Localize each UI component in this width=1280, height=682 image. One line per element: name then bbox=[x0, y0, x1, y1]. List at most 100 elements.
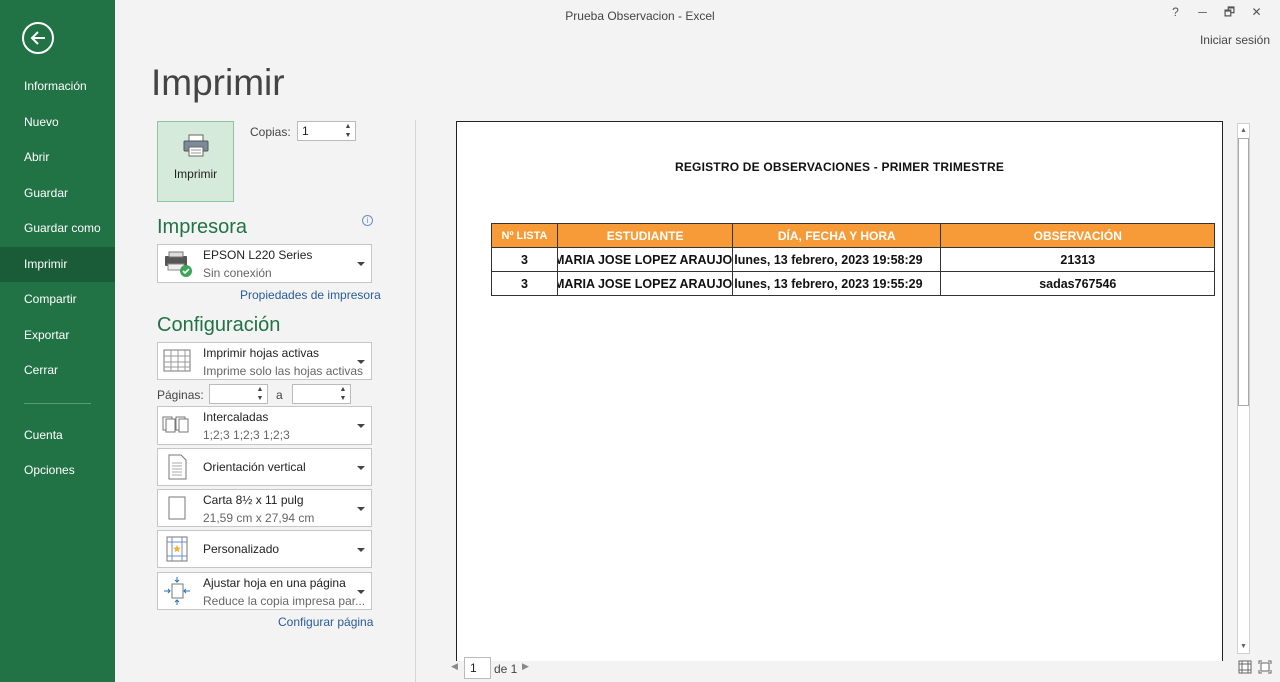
nav-nuevo[interactable]: Nuevo bbox=[0, 105, 115, 141]
chevron-down-icon bbox=[357, 507, 365, 511]
margins-title: Personalizado bbox=[203, 542, 280, 556]
print-what-dropdown[interactable]: Imprimir hojas activas Imprime solo las … bbox=[157, 342, 372, 380]
page-number-input[interactable]: 1 bbox=[464, 657, 491, 679]
preview-scrollbar[interactable]: ▲ ▼ bbox=[1237, 123, 1250, 654]
col-header-lista: Nº LISTA bbox=[491, 223, 558, 248]
print-what-desc: Imprime solo las hojas activas bbox=[203, 364, 364, 378]
print-button-label: Imprimir bbox=[173, 167, 218, 181]
preview-page: REGISTRO DE OBSERVACIONES - PRIMER TRIME… bbox=[456, 121, 1223, 661]
prev-page-icon[interactable]: ◀ bbox=[451, 661, 458, 672]
printer-heading: Impresora bbox=[157, 216, 248, 238]
printer-dropdown[interactable]: EPSON L220 Series Sin conexión bbox=[157, 244, 372, 283]
cell-fecha: lunes, 13 febrero, 2023 19:55:29 bbox=[732, 271, 942, 296]
scroll-up-icon[interactable]: ▲ bbox=[1238, 124, 1249, 137]
window-title: Prueba Observacion - Excel bbox=[565, 9, 715, 23]
paper-size-title: Carta 8½ x 11 pulg bbox=[203, 493, 304, 507]
table-header-row: Nº LISTA ESTUDIANTE DÍA, FECHA Y HORA OB… bbox=[491, 223, 1216, 248]
backstage-sidebar: Información Nuevo Abrir Guardar Guardar … bbox=[0, 0, 115, 682]
orientation-title: Orientación vertical bbox=[203, 460, 306, 474]
cell-fecha: lunes, 13 febrero, 2023 19:58:29 bbox=[732, 247, 942, 272]
scaling-desc: Reduce la copia impresa par... bbox=[203, 594, 366, 608]
custom-margins-icon bbox=[166, 536, 188, 562]
printer-name: EPSON L220 Series bbox=[203, 248, 313, 262]
page-count: de 1 bbox=[494, 662, 518, 676]
nav-divider bbox=[24, 402, 91, 404]
help-icon[interactable]: ? bbox=[1162, 4, 1189, 20]
margins-dropdown[interactable]: Personalizado bbox=[157, 530, 372, 568]
printer-properties-link[interactable]: Propiedades de impresora bbox=[240, 288, 381, 302]
nav-guardar[interactable]: Guardar bbox=[0, 176, 115, 212]
col-header-estudiante: ESTUDIANTE bbox=[556, 223, 734, 248]
stepper-arrows-icon[interactable]: ▲ ▼ bbox=[337, 385, 349, 403]
config-heading: Configuración bbox=[157, 314, 281, 336]
nav-guardar-como[interactable]: Guardar como bbox=[0, 211, 115, 247]
printer-icon bbox=[183, 134, 208, 157]
paper-size-desc: 21,59 cm x 27,94 cm bbox=[203, 511, 315, 525]
page-title: Imprimir bbox=[151, 62, 285, 103]
page-setup-link[interactable]: Configurar página bbox=[278, 615, 373, 629]
collate-desc: 1;2;3 1;2;3 1;2;3 bbox=[203, 428, 290, 442]
paper-size-dropdown[interactable]: Carta 8½ x 11 pulg 21,59 cm x 27,94 cm bbox=[157, 489, 372, 527]
printer-status-icon bbox=[165, 251, 192, 277]
orientation-dropdown[interactable]: Orientación vertical bbox=[157, 448, 372, 486]
print-button[interactable]: Imprimir bbox=[157, 121, 234, 202]
col-header-fecha: DÍA, FECHA Y HORA bbox=[732, 223, 942, 248]
cell-estudiante: MARIA JOSE LOPEZ ARAUJO bbox=[556, 247, 734, 272]
show-margins-icon[interactable] bbox=[1238, 660, 1252, 674]
nav-exportar[interactable]: Exportar bbox=[0, 318, 115, 354]
collate-title: Intercaladas bbox=[203, 410, 269, 424]
chevron-down-icon bbox=[357, 466, 365, 470]
pages-to-label: a bbox=[276, 388, 283, 402]
zoom-to-page-icon[interactable] bbox=[1258, 660, 1272, 674]
nav-opciones[interactable]: Opciones bbox=[0, 453, 115, 489]
col-header-observacion: OBSERVACIÓN bbox=[940, 223, 1216, 248]
copies-stepper[interactable]: 1 ▲ ▼ bbox=[297, 121, 356, 141]
observations-table: Nº LISTA ESTUDIANTE DÍA, FECHA Y HORA OB… bbox=[491, 223, 1216, 296]
cell-estudiante: MARIA JOSE LOPEZ ARAUJO bbox=[556, 271, 734, 296]
fit-to-page-icon bbox=[164, 577, 190, 605]
portrait-page-icon bbox=[168, 454, 187, 480]
back-arrow-icon[interactable] bbox=[22, 22, 54, 54]
scroll-down-icon[interactable]: ▼ bbox=[1238, 640, 1249, 653]
chevron-down-icon bbox=[357, 360, 365, 364]
minimize-icon[interactable]: ─ bbox=[1189, 4, 1216, 20]
stepper-arrows-icon[interactable]: ▲ ▼ bbox=[342, 122, 354, 140]
stepper-arrows-icon[interactable]: ▲ ▼ bbox=[254, 385, 266, 403]
cell-lista: 3 bbox=[491, 271, 558, 296]
copies-label: Copias: bbox=[250, 125, 291, 139]
pages-label: Páginas: bbox=[157, 388, 204, 402]
chevron-down-icon bbox=[357, 590, 365, 594]
nav-cuenta[interactable]: Cuenta bbox=[0, 418, 115, 454]
paper-size-icon bbox=[168, 496, 186, 520]
copies-value: 1 bbox=[302, 124, 309, 138]
nav-compartir[interactable]: Compartir bbox=[0, 282, 115, 318]
chevron-down-icon bbox=[357, 424, 365, 428]
close-icon[interactable]: ✕ bbox=[1243, 4, 1270, 20]
cell-observacion: sadas767546 bbox=[940, 271, 1216, 296]
pages-from-stepper[interactable]: ▲ ▼ bbox=[209, 384, 268, 404]
info-icon[interactable]: i bbox=[362, 215, 373, 226]
print-what-title: Imprimir hojas activas bbox=[203, 346, 320, 360]
chevron-down-icon bbox=[357, 262, 365, 266]
cell-observacion: 21313 bbox=[940, 247, 1216, 272]
sheet-grid-icon bbox=[163, 349, 191, 372]
collate-dropdown[interactable]: Intercaladas 1;2;3 1;2;3 1;2;3 bbox=[157, 406, 372, 445]
printer-status: Sin conexión bbox=[203, 266, 272, 280]
restore-icon[interactable]: 🗗 bbox=[1216, 4, 1243, 20]
next-page-icon[interactable]: ▶ bbox=[522, 661, 529, 672]
nav-informacion[interactable]: Información bbox=[0, 69, 115, 105]
pages-to-stepper[interactable]: ▲ ▼ bbox=[292, 384, 351, 404]
collated-pages-icon bbox=[162, 416, 189, 433]
scroll-thumb[interactable] bbox=[1238, 138, 1249, 406]
signin-link[interactable]: Iniciar sesión bbox=[1200, 33, 1270, 47]
backstage-nav: Información Nuevo Abrir Guardar Guardar … bbox=[0, 69, 115, 489]
nav-imprimir[interactable]: Imprimir bbox=[0, 246, 115, 282]
nav-cerrar[interactable]: Cerrar bbox=[0, 353, 115, 389]
window-controls: ? ─ 🗗 ✕ bbox=[1162, 4, 1270, 20]
scaling-title: Ajustar hoja en una página bbox=[203, 576, 346, 590]
nav-abrir[interactable]: Abrir bbox=[0, 140, 115, 176]
scaling-dropdown[interactable]: Ajustar hoja en una página Reduce la cop… bbox=[157, 572, 372, 610]
panel-divider bbox=[415, 120, 416, 682]
table-row: 3 MARIA JOSE LOPEZ ARAUJO lunes, 13 febr… bbox=[491, 271, 1216, 296]
chevron-down-icon bbox=[357, 548, 365, 552]
